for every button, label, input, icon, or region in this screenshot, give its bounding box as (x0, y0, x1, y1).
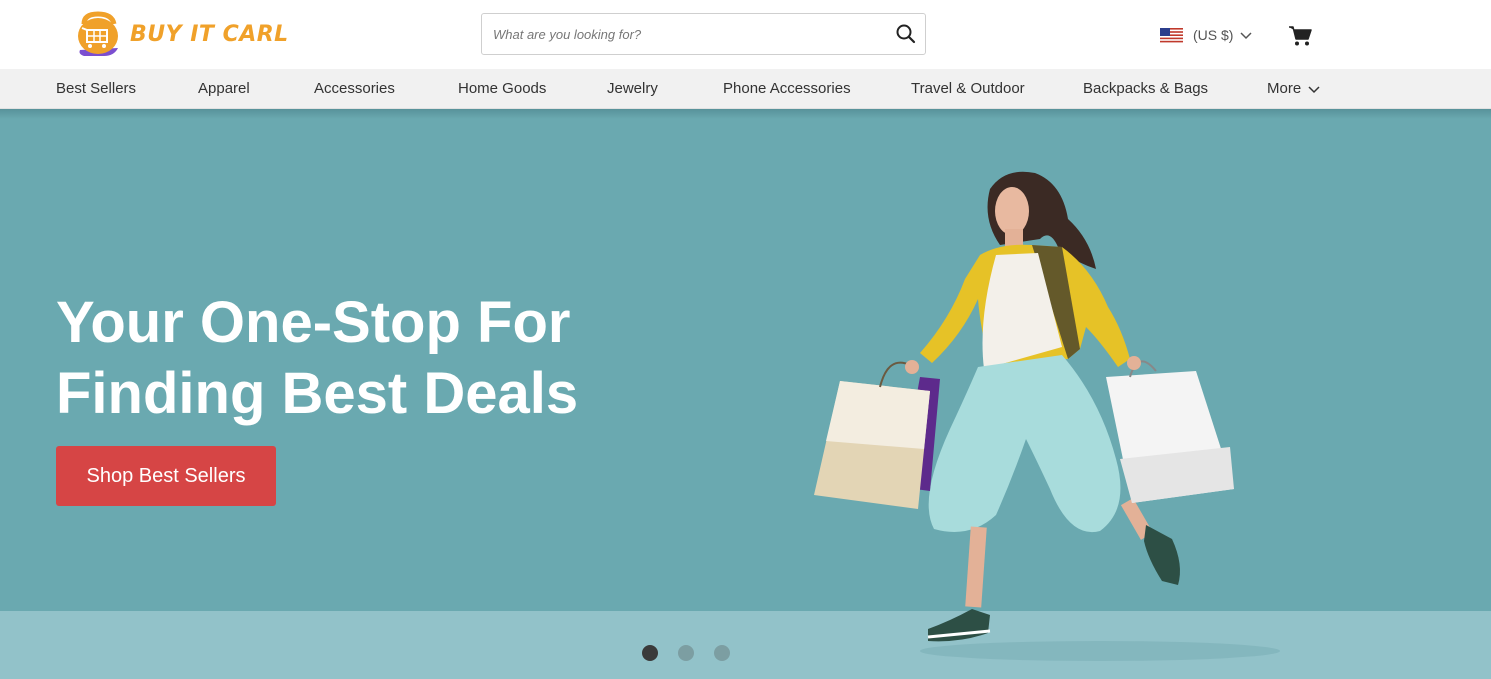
carousel-dot-3[interactable] (714, 645, 730, 661)
category-nav: Best Sellers Apparel Accessories Home Go… (0, 69, 1491, 109)
carousel-dots (642, 645, 750, 661)
currency-selector[interactable]: (US $) (1160, 24, 1253, 46)
nav-item-phone-accessories[interactable]: Phone Accessories (723, 80, 851, 97)
nav-item-accessories[interactable]: Accessories (314, 80, 395, 97)
search-icon (896, 24, 916, 44)
nav-item-jewelry[interactable]: Jewelry (607, 80, 658, 97)
chevron-down-icon (1240, 32, 1252, 40)
carousel-dot-1[interactable] (642, 645, 658, 661)
search-button[interactable] (895, 23, 917, 45)
currency-label: (US $) (1193, 27, 1234, 43)
chevron-down-icon (1308, 86, 1320, 93)
search-input[interactable] (482, 14, 882, 54)
nav-item-backpacks-bags[interactable]: Backpacks & Bags (1083, 80, 1208, 97)
shopper-woman-illustration (814, 171, 1280, 661)
shopping-cart-logo-icon (78, 11, 118, 56)
shop-best-sellers-button[interactable]: Shop Best Sellers (56, 446, 276, 506)
logo-text: BUY IT CARL (130, 21, 289, 47)
hero-headline-line-2: Finding Best Deals (56, 361, 579, 426)
nav-item-home-goods[interactable]: Home Goods (458, 80, 546, 97)
nav-item-travel-outdoor[interactable]: Travel & Outdoor (911, 80, 1025, 97)
hero-headline: Your One-Stop For Finding Best Deals (56, 287, 676, 429)
nav-item-more[interactable]: More (1267, 80, 1320, 97)
hero-top-shadow (0, 109, 1491, 119)
nav-item-best-sellers[interactable]: Best Sellers (56, 80, 136, 97)
search-box (481, 13, 926, 55)
carousel-dot-2[interactable] (678, 645, 694, 661)
nav-item-apparel[interactable]: Apparel (198, 80, 250, 97)
cart-icon (1289, 26, 1312, 46)
logo[interactable]: BUY IT CARL (74, 10, 289, 58)
cart-button[interactable] (1288, 25, 1312, 47)
site-header: BUY IT CARL (US $) (0, 0, 1491, 69)
nav-more-label: More (1267, 80, 1302, 97)
hero-headline-line-1: Your One-Stop For (56, 290, 571, 355)
us-flag-icon (1160, 27, 1183, 43)
hero-banner: Your One-Stop For Finding Best Deals Sho… (0, 109, 1491, 679)
